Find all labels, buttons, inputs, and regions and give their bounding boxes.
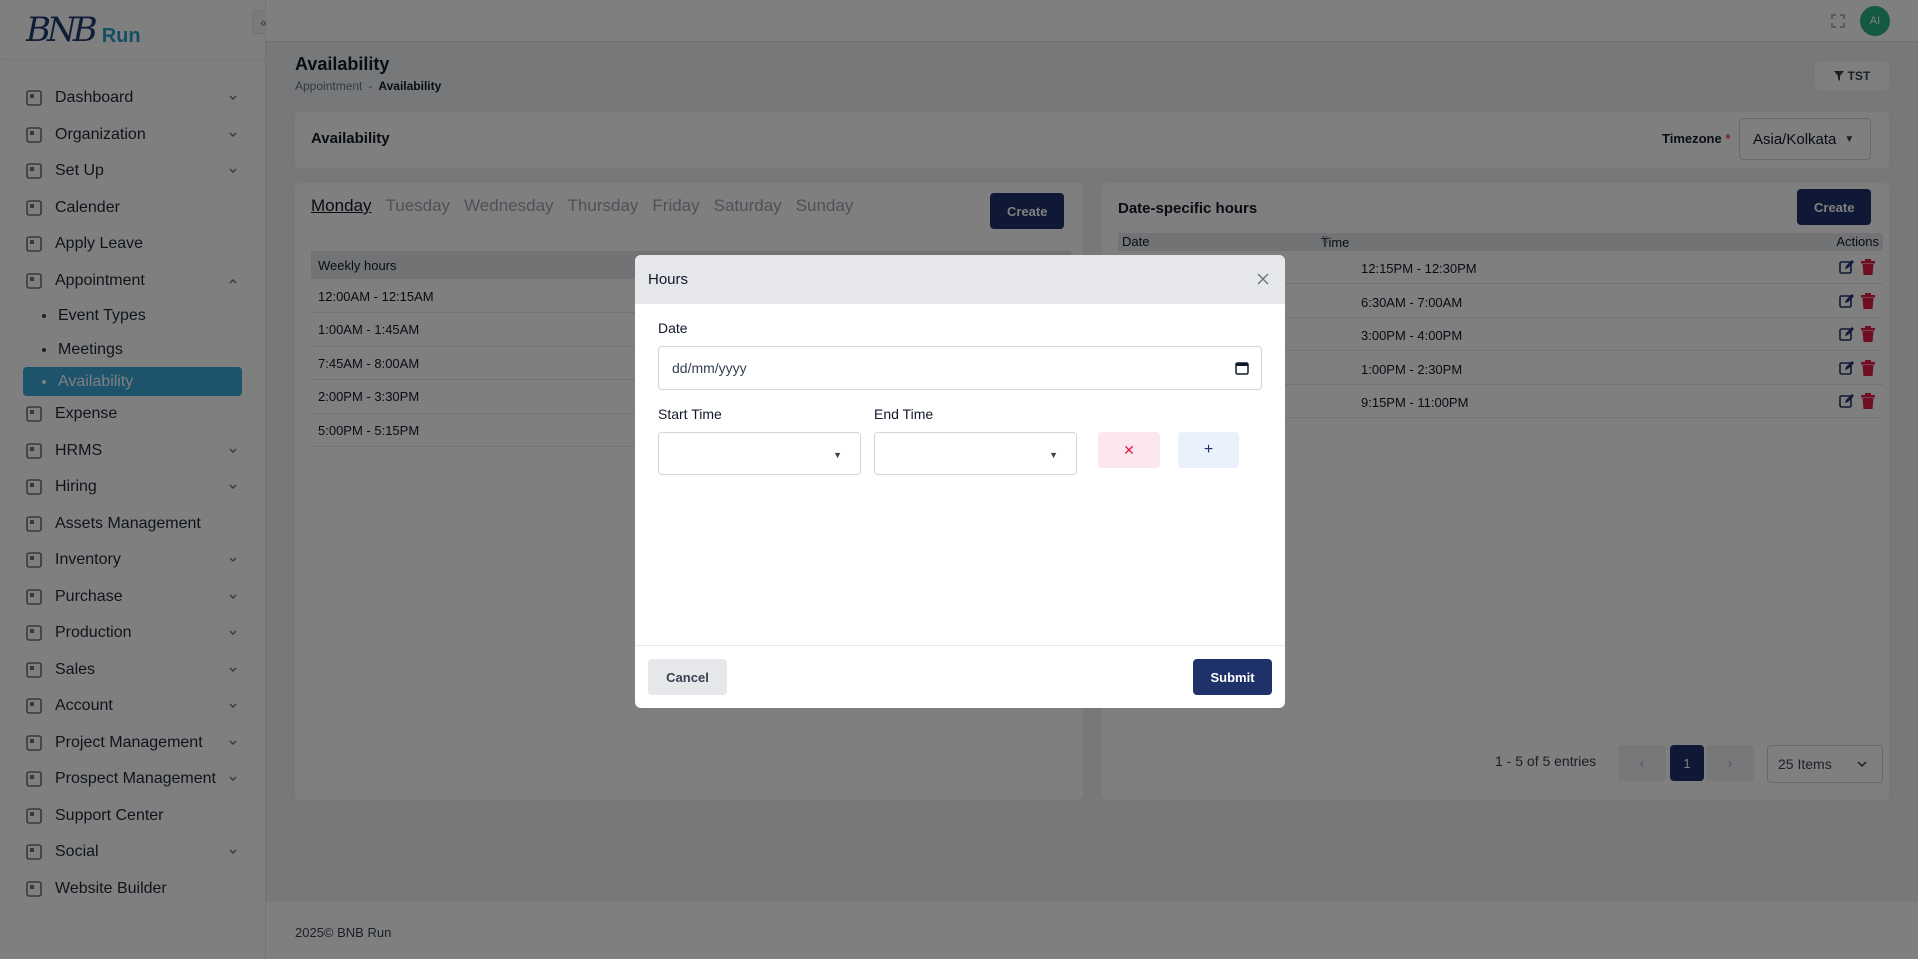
close-icon: ✕: [1123, 441, 1135, 458]
remove-slot-button[interactable]: ✕: [1098, 432, 1160, 468]
caret-down-icon: ▼: [1049, 450, 1058, 460]
add-slot-button[interactable]: +: [1178, 432, 1239, 468]
date-input[interactable]: dd/mm/yyyy: [658, 346, 1262, 390]
plus-icon: +: [1203, 441, 1214, 458]
caret-down-icon: ▼: [833, 450, 842, 460]
modal-footer: Cancel Submit: [635, 645, 1285, 708]
calendar-icon[interactable]: [1235, 361, 1249, 375]
close-icon[interactable]: [1255, 271, 1271, 287]
modal-title: Hours: [648, 271, 689, 288]
date-input-placeholder: dd/mm/yyyy: [672, 360, 747, 376]
end-time-select[interactable]: ▼: [874, 432, 1077, 475]
start-time-label: Start Time: [658, 406, 722, 422]
hours-modal: Hours Date dd/mm/yyyy Start Time End Tim…: [635, 255, 1285, 708]
date-label: Date: [658, 320, 688, 336]
start-time-select[interactable]: ▼: [658, 432, 861, 475]
end-time-label: End Time: [874, 406, 934, 422]
cancel-button[interactable]: Cancel: [648, 659, 727, 695]
modal-header: Hours: [635, 255, 1285, 304]
submit-button[interactable]: Submit: [1193, 659, 1272, 695]
